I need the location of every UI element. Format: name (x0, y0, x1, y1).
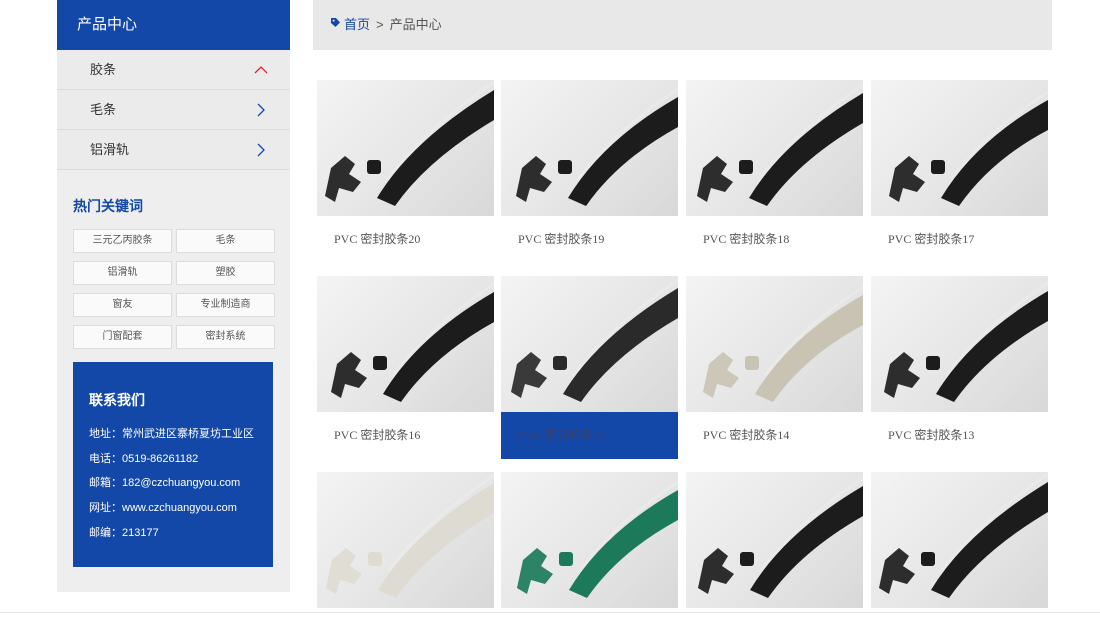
product-label[interactable]: PVC 密封胶条13 (871, 412, 1048, 459)
breadcrumb-separator: > (376, 17, 384, 32)
contact-box: 联系我们 地址：常州武进区寨桥夏坊工业区 电话：0519-86261182 邮箱… (73, 362, 273, 567)
product-label[interactable]: PVC 密封胶条19 (501, 216, 678, 263)
keyword-tag[interactable]: 铝滑轨 (73, 261, 172, 285)
sidebar-item-aluminum-track[interactable]: 铝滑轨 (57, 130, 290, 170)
product-image[interactable] (501, 276, 678, 412)
contact-website: 网址：www.czchuangyou.com (89, 502, 237, 515)
product-image[interactable] (686, 80, 863, 216)
chevron-up-icon (254, 50, 268, 90)
footer-divider (0, 612, 1100, 613)
product-card[interactable] (317, 472, 494, 608)
product-card[interactable]: PVC 密封胶条13 (871, 276, 1048, 459)
tag-icon (330, 0, 341, 49)
sidebar-item-label: 胶条 (90, 62, 117, 77)
product-image[interactable] (317, 276, 494, 412)
chevron-right-icon (254, 90, 268, 130)
product-card[interactable] (501, 472, 678, 608)
product-label[interactable]: PVC 密封胶条18 (686, 216, 863, 263)
product-image[interactable] (871, 80, 1048, 216)
sidebar-item-label: 铝滑轨 (90, 142, 130, 157)
contact-email: 邮箱：182@czchuangyou.com (89, 477, 241, 490)
contact-phone: 电话：0519-86261182 (89, 452, 199, 465)
product-image[interactable] (501, 472, 678, 608)
product-label[interactable]: PVC 密封胶条16 (317, 412, 494, 459)
breadcrumb-home-link[interactable]: 首页 (344, 17, 370, 32)
contact-postcode: 邮编：213177 (89, 526, 159, 539)
breadcrumb: 首页 > 产品中心 (313, 0, 1052, 50)
product-card[interactable]: PVC 密封胶条17 (871, 80, 1048, 263)
keyword-tag[interactable]: 塑胶 (176, 261, 275, 285)
product-card[interactable]: PVC 密封胶条20 (317, 80, 494, 263)
product-image[interactable] (317, 472, 494, 608)
product-image[interactable] (871, 472, 1048, 608)
product-label[interactable]: PVC 密封胶条20 (317, 216, 494, 263)
product-card[interactable]: PVC 密封胶条16 (317, 276, 494, 459)
contact-title: 联系我们 (89, 392, 145, 408)
product-image[interactable] (686, 472, 863, 608)
product-image[interactable] (501, 80, 678, 216)
product-card[interactable]: PVC 密封胶条19 (501, 80, 678, 263)
product-card[interactable]: PVC 密封胶条18 (686, 80, 863, 263)
keyword-tag[interactable]: 窗友 (73, 293, 172, 317)
contact-address: 地址：常州武进区寨桥夏坊工业区 (89, 428, 254, 440)
keyword-tag[interactable]: 三元乙丙胶条 (73, 229, 172, 253)
product-image[interactable] (686, 276, 863, 412)
sidebar-item-label: 毛条 (90, 102, 117, 117)
product-image[interactable] (871, 276, 1048, 412)
sidebar-item-rubber-strip[interactable]: 胶条 (57, 50, 290, 90)
sidebar: 产品中心 胶条 毛条 铝滑轨 热门关键词 三元乙丙胶条 毛条 铝滑轨 塑胶 窗友… (57, 0, 290, 592)
product-card[interactable]: PVC 密封胶条14 (686, 276, 863, 459)
breadcrumb-current: 产品中心 (389, 17, 442, 32)
product-card[interactable] (871, 472, 1048, 608)
sidebar-title: 产品中心 (57, 0, 290, 50)
keyword-tag[interactable]: 毛条 (176, 229, 275, 253)
hot-keywords-title: 热门关键词 (73, 198, 143, 214)
keyword-tag[interactable]: 密封系统 (176, 325, 275, 349)
sidebar-item-brush-strip[interactable]: 毛条 (57, 90, 290, 130)
product-label[interactable]: PVC 密封胶条17 (871, 216, 1048, 263)
product-card[interactable] (686, 472, 863, 608)
product-label[interactable]: PVC 密封胶条15 (501, 412, 678, 459)
product-label[interactable]: PVC 密封胶条14 (686, 412, 863, 459)
keyword-tag[interactable]: 门窗配套 (73, 325, 172, 349)
keyword-tag[interactable]: 专业制造商 (176, 293, 275, 317)
chevron-right-icon (254, 130, 268, 170)
product-card[interactable]: PVC 密封胶条15 (501, 276, 678, 459)
product-image[interactable] (317, 80, 494, 216)
